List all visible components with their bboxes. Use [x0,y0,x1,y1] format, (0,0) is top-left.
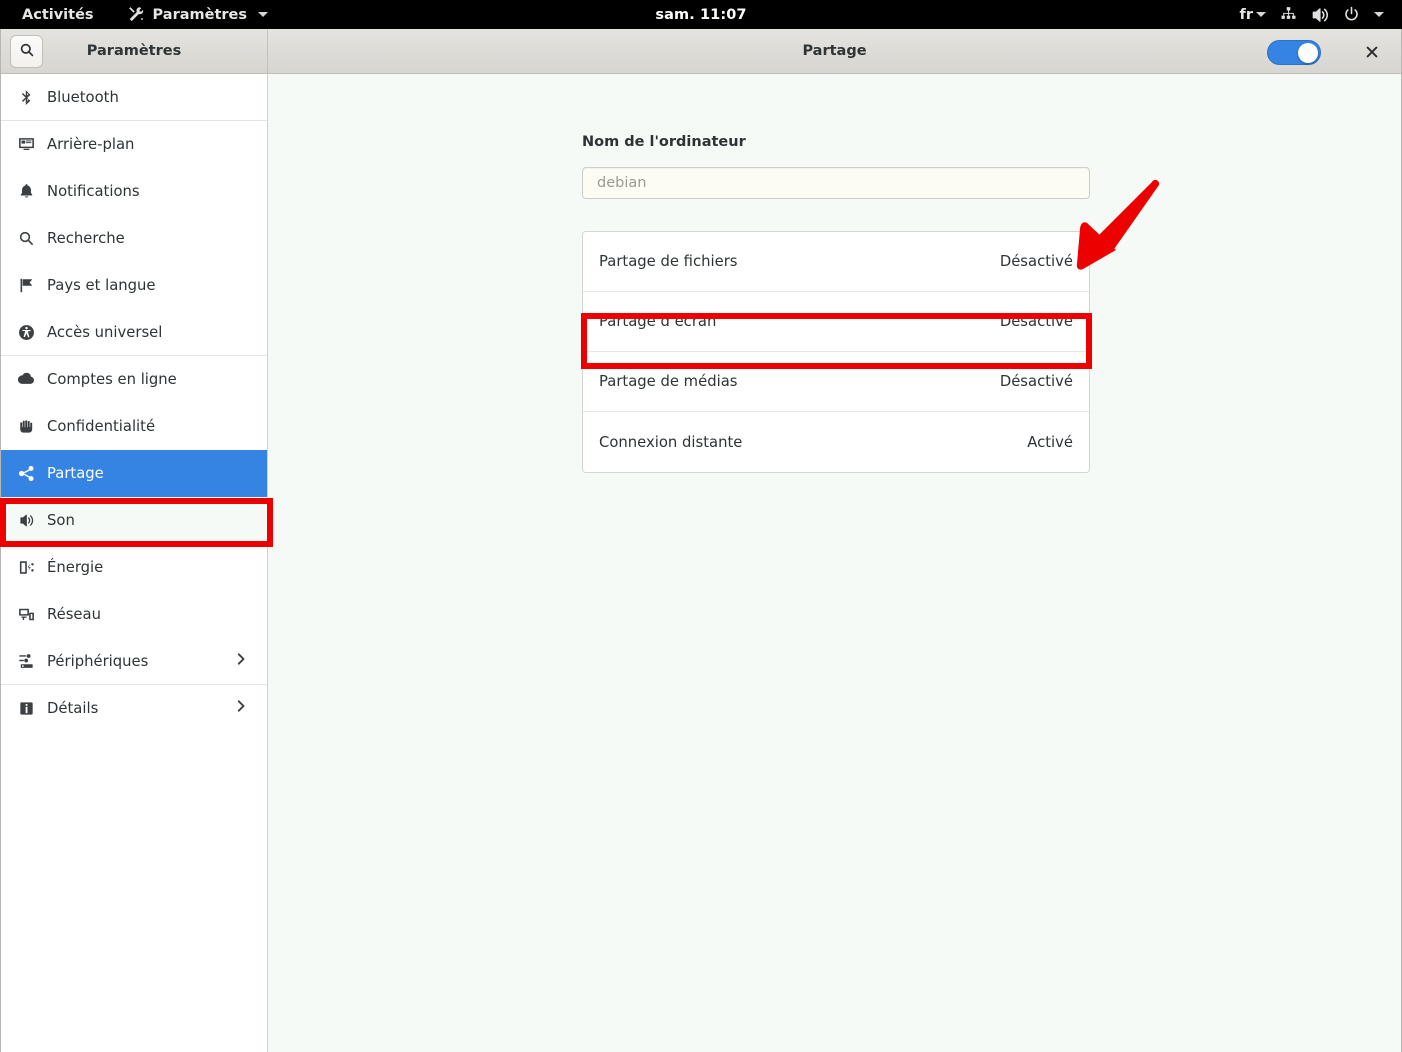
sidebar-item-label: Partage [47,464,104,482]
sidebar-item-label: Réseau [47,605,101,623]
list-row-remote-login[interactable]: Connexion distante Activé [583,412,1089,472]
share-icon [13,465,39,482]
sidebar-item-power[interactable]: Énergie [1,544,267,591]
sidebar-item-network[interactable]: Réseau [1,591,267,638]
sidebar-item-sharing[interactable]: Partage [1,450,267,497]
sidebar-item-background[interactable]: Arrière-plan [1,121,267,168]
battery-icon [13,559,39,576]
sharing-panel: Nom de l'ordinateur debian Partage de fi… [269,74,1401,1052]
sidebar-item-label: Bluetooth [47,88,119,106]
computer-name-label: Nom de l'ordinateur [582,134,746,150]
chevron-down-icon [1374,12,1384,17]
row-label: Partage de médias [599,373,738,390]
sidebar-item-bluetooth[interactable]: Bluetooth [1,74,267,121]
sidebar-item-privacy[interactable]: Confidentialité [1,403,267,450]
volume-icon [13,512,39,529]
row-value: Activé [1027,433,1073,451]
clock[interactable]: sam. 11:07 [0,7,1402,23]
network-wired-icon[interactable] [1273,0,1304,29]
computer-name-placeholder: debian [597,175,647,191]
sidebar-item-label: Énergie [47,558,104,576]
sidebar-item-notifications[interactable]: Notifications [1,168,267,215]
info-icon [13,700,39,717]
system-menu-chevron-icon[interactable] [1367,0,1391,29]
sidebar-item-label: Son [47,511,75,529]
sidebar-item-label: Détails [47,699,99,717]
cloud-icon [13,370,39,388]
chevron-right-icon [233,698,249,718]
volume-icon[interactable] [1304,0,1336,29]
page-title: Partage [802,43,867,59]
sidebar-item-label: Notifications [47,182,140,200]
sharing-options-list: Partage de fichiers Désactivé Partage d’… [582,231,1090,473]
row-label: Connexion distante [599,433,743,451]
list-row-file-sharing[interactable]: Partage de fichiers Désactivé [583,232,1089,292]
sidebar-item-region-language[interactable]: Pays et langue [1,262,267,309]
accessibility-icon [13,324,39,341]
sidebar-item-label: Arrière-plan [47,135,135,153]
gnome-top-bar: Activités Paramètres sam. 11:07 fr [0,0,1402,29]
sharing-master-toggle[interactable] [1267,40,1321,65]
sidebar-item-online-accounts[interactable]: Comptes en ligne [1,356,267,403]
list-row-screen-sharing[interactable]: Partage d’écran Désactivé [583,292,1089,352]
bluetooth-icon [13,89,39,106]
sidebar-item-label: Périphériques [47,652,149,670]
top-bar-status-area[interactable]: fr [1233,0,1391,29]
row-value: Désactivé [999,253,1073,270]
close-button[interactable] [1359,39,1385,65]
row-label: Partage de fichiers [599,253,738,270]
header-bar-content-section: Partage [268,29,1401,73]
sidebar-item-label: Pays et langue [47,276,156,294]
keyboard-layout-label: fr [1239,6,1253,23]
monitor-icon [13,136,39,153]
sidebar-item-sound[interactable]: Son [1,497,267,544]
sidebar-header-title: Paramètres [86,43,182,59]
list-row-media-sharing[interactable]: Partage de médias Désactivé [583,352,1089,412]
chevron-right-icon [233,651,249,671]
row-value: Désactivé [999,373,1073,390]
window-header-bar: Paramètres Partage [1,29,1401,74]
sidebar-item-search[interactable]: Recherche [1,215,267,262]
sidebar-item-label: Confidentialité [47,417,156,435]
hand-icon [13,418,39,435]
header-bar-sidebar-section: Paramètres [1,29,268,73]
row-value: Désactivé [999,313,1073,330]
network-icon [13,606,39,623]
toggle-knob [1298,42,1318,63]
keyboard-layout-indicator[interactable]: fr [1233,0,1273,29]
sidebar-item-label: Recherche [47,229,125,247]
row-label: Partage d’écran [599,313,717,330]
devices-icon [13,653,39,670]
chevron-down-icon [1256,12,1266,17]
search-icon [13,230,39,247]
sidebar-item-label: Comptes en ligne [47,370,177,388]
sidebar-item-universal-access[interactable]: Accès universel [1,309,267,356]
sidebar-item-devices[interactable]: Périphériques [1,638,267,685]
settings-window: Paramètres Partage Bluetooth Arrière-pla… [0,29,1402,1052]
screen: Activités Paramètres sam. 11:07 fr Param… [0,0,1402,1052]
sidebar-item-label: Accès universel [47,323,163,341]
computer-name-input[interactable]: debian [582,167,1090,199]
bell-icon [13,183,39,200]
flag-icon [13,277,39,294]
settings-sidebar[interactable]: Bluetooth Arrière-plan Notifications Rec… [1,74,268,1052]
sidebar-item-details[interactable]: Détails [1,685,267,732]
power-icon[interactable] [1336,0,1367,29]
